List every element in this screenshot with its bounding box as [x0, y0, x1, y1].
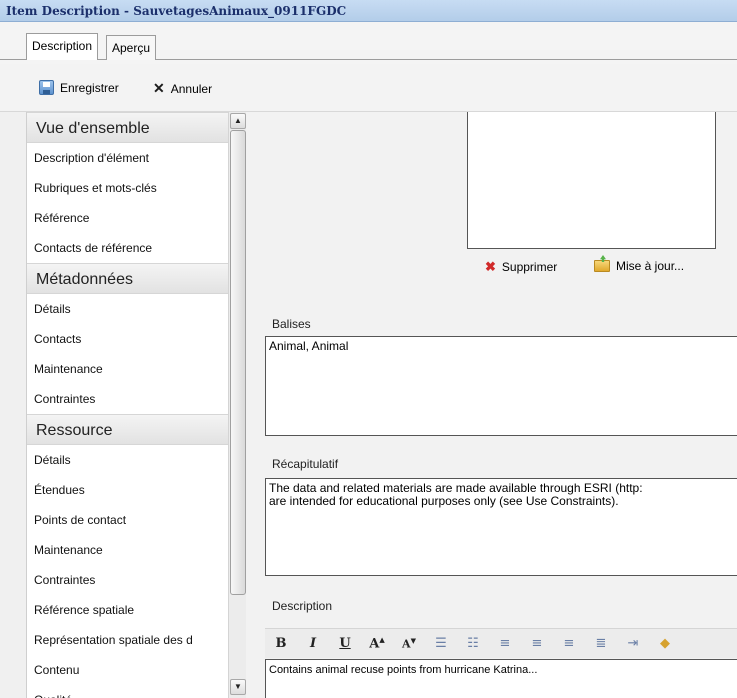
delete-icon: ✖ — [485, 259, 496, 274]
bulleted-list-icon[interactable]: ☰ — [425, 636, 457, 651]
tab-strip: Description Aperçu — [0, 22, 737, 64]
sidebar-item-points-of-contact[interactable]: Points de contact — [27, 505, 245, 535]
update-thumbnail-button[interactable]: Mise à jour... — [594, 259, 684, 273]
sidebar-item-spatial-representation[interactable]: Représentation spatiale des d — [27, 625, 245, 655]
sidebar-item-resource-constraints[interactable]: Contraintes — [27, 565, 245, 595]
close-icon: ✕ — [153, 80, 165, 96]
item-description-window: Item Description - SauvetagesAnimaux_091… — [0, 0, 737, 698]
sidebar-item-citation-contacts[interactable]: Contacts de référence — [27, 233, 245, 263]
section-header-overview[interactable]: Vue d'ensemble — [27, 112, 245, 143]
shrink-font-label: A — [402, 637, 411, 651]
summary-line-2: are intended for educational purposes on… — [269, 494, 619, 508]
sidebar-item-metadata-details[interactable]: Détails — [27, 294, 245, 324]
sidebar-item-metadata-contacts[interactable]: Contacts — [27, 324, 245, 354]
save-button[interactable]: Enregistrer — [39, 80, 119, 95]
rich-text-toolbar: B I U A▲ A▼ ☰ ☷ ≡ ≡ ≡ ≣ ⇥ ◆ — [265, 628, 737, 658]
sidebar-item-metadata-maintenance[interactable]: Maintenance — [27, 354, 245, 384]
save-label: Enregistrer — [60, 80, 119, 95]
sidebar-item-metadata-constraints[interactable]: Contraintes — [27, 384, 245, 414]
align-right-icon[interactable]: ≡ — [553, 636, 585, 651]
scroll-up-icon[interactable]: ▲ — [230, 113, 246, 129]
sidebar-item-citation[interactable]: Référence — [27, 203, 245, 233]
section-header-metadata[interactable]: Métadonnées — [27, 263, 245, 294]
italic-button[interactable]: I — [297, 636, 329, 651]
outdent-icon[interactable]: ◆ — [649, 636, 681, 651]
delete-label: Supprimer — [501, 260, 558, 274]
update-label: Mise à jour... — [616, 259, 685, 273]
align-center-icon[interactable]: ≡ — [521, 636, 553, 651]
grow-font-button[interactable]: A▲ — [361, 635, 393, 651]
summary-label: Récapitulatif — [272, 457, 339, 471]
sidebar-item-spatial-reference[interactable]: Référence spatiale — [27, 595, 245, 625]
cancel-label: Annuler — [170, 81, 213, 96]
folder-upload-icon — [594, 260, 610, 272]
sidebar-item-resource-details[interactable]: Détails — [27, 445, 245, 475]
underline-button[interactable]: U — [329, 636, 361, 651]
title-bar[interactable]: Item Description - SauvetagesAnimaux_091… — [0, 0, 737, 22]
tags-label: Balises — [272, 317, 311, 331]
description-field[interactable]: Contains animal recuse points from hurri… — [265, 659, 737, 698]
scrollbar-thumb[interactable] — [230, 130, 246, 595]
sidebar-item-item-description[interactable]: Description d'élément — [27, 143, 245, 173]
grow-font-icon: ▲ — [379, 635, 385, 645]
content-pane: ✖ Supprimer Mise à jour... Balises Anima… — [246, 112, 737, 698]
section-header-resource[interactable]: Ressource — [27, 414, 245, 445]
sidebar-item-resource-maintenance[interactable]: Maintenance — [27, 535, 245, 565]
summary-field[interactable]: The data and related materials are made … — [265, 478, 737, 576]
sidebar-item-topics-keywords[interactable]: Rubriques et mots-clés — [27, 173, 245, 203]
numbered-list-icon[interactable]: ☷ — [457, 636, 489, 651]
cancel-button[interactable]: ✕ Annuler — [153, 80, 212, 97]
toolbar: Enregistrer ✕ Annuler — [0, 64, 737, 112]
tab-apercu[interactable]: Aperçu — [106, 35, 157, 60]
window-title: Item Description - SauvetagesAnimaux_091… — [6, 4, 347, 18]
thumbnail-preview — [467, 112, 716, 249]
justify-icon[interactable]: ≣ — [585, 636, 617, 651]
save-icon — [39, 80, 54, 95]
tab-description[interactable]: Description — [26, 33, 99, 60]
delete-thumbnail-button[interactable]: ✖ Supprimer — [485, 259, 557, 275]
sidebar-item-quality[interactable]: Qualité — [27, 685, 245, 698]
indent-icon[interactable]: ⇥ — [617, 636, 649, 651]
shrink-font-button[interactable]: A▼ — [393, 636, 425, 651]
shrink-font-icon: ▼ — [410, 636, 416, 646]
align-left-icon[interactable]: ≡ — [489, 636, 521, 651]
scroll-down-icon[interactable]: ▼ — [230, 679, 246, 695]
sidebar-item-extents[interactable]: Étendues — [27, 475, 245, 505]
description-label: Description — [272, 599, 333, 613]
sidebar-nav: Vue d'ensemble Description d'élément Rub… — [26, 112, 245, 698]
sidebar-item-content[interactable]: Contenu — [27, 655, 245, 685]
tags-field[interactable]: Animal, Animal — [265, 336, 737, 436]
grow-font-label: A — [369, 636, 380, 652]
bold-button[interactable]: B — [265, 636, 297, 651]
sidebar-scrollbar[interactable]: ▲ ▼ — [228, 112, 246, 698]
